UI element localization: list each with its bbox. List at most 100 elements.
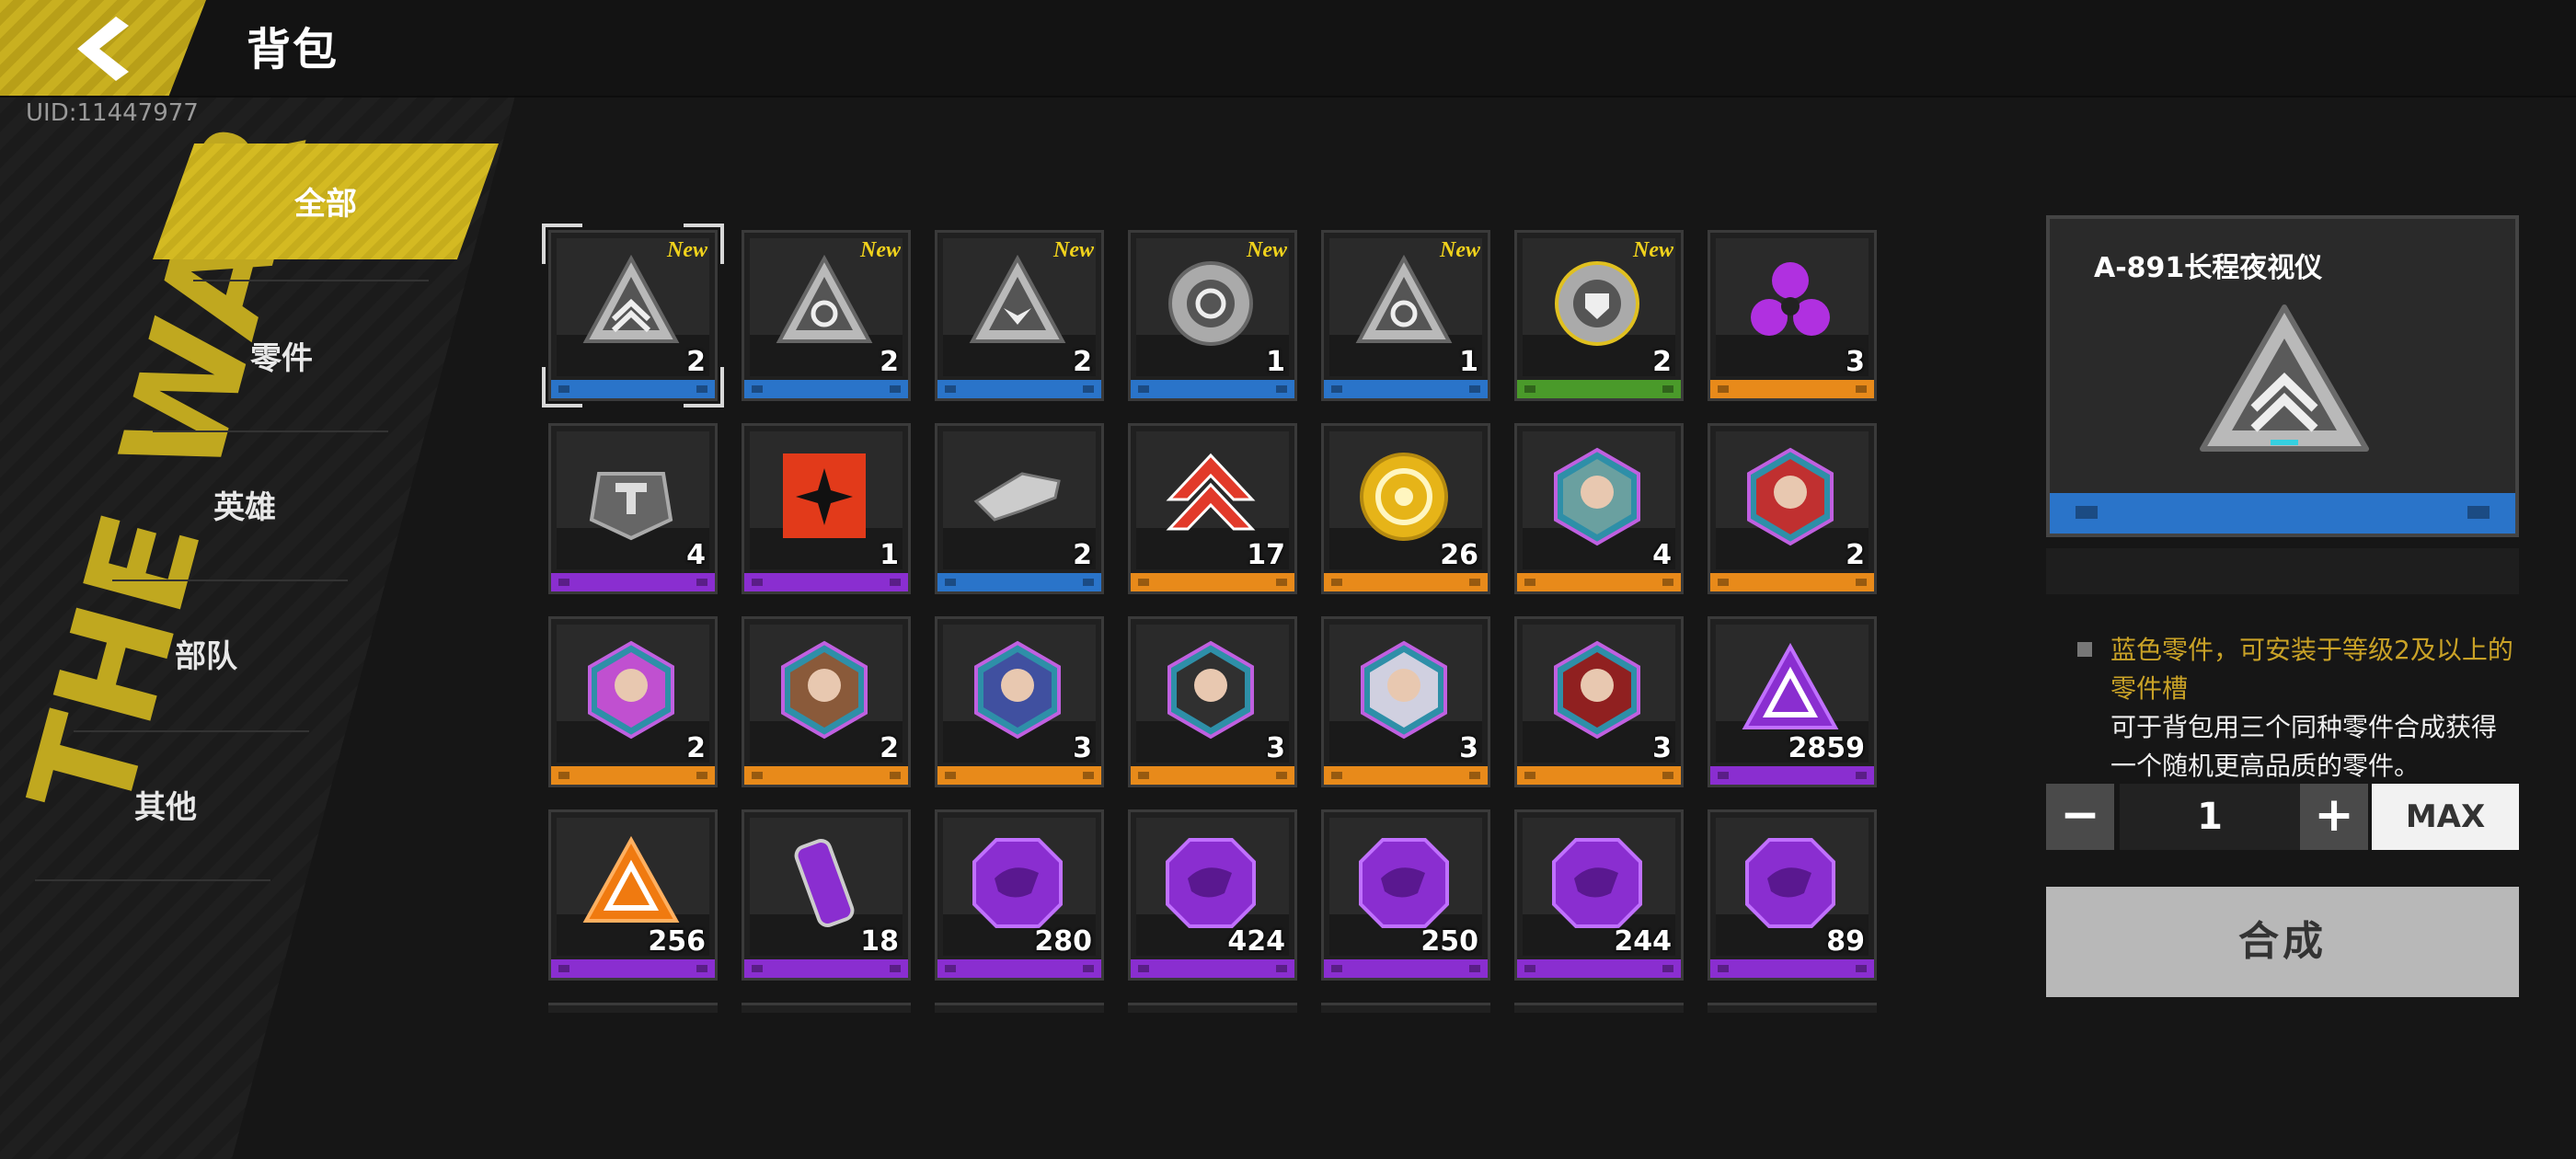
rarity-bar-purple	[1710, 766, 1874, 785]
item-count: 3	[1459, 732, 1478, 764]
inventory-slot-hero-token-8[interactable]: 3	[1514, 616, 1684, 787]
inventory-slot-partial[interactable]	[1321, 1003, 1490, 1013]
inventory-slot-hero-token-3[interactable]: 2	[548, 616, 718, 787]
bullet-icon	[2077, 642, 2092, 657]
inventory-slot-part-round-cycle[interactable]: 1 New	[1128, 230, 1297, 401]
inventory-slot-purple-badge-4[interactable]: 244	[1514, 809, 1684, 981]
divider	[35, 879, 270, 881]
item-count: 1	[880, 539, 899, 571]
inventory-slot-gold-coin[interactable]: 26	[1321, 423, 1490, 594]
hero-hex-darkred-icon	[1554, 640, 1640, 740]
tab-all[interactable]: 全部	[153, 143, 499, 259]
hero-hex-black-icon	[1167, 640, 1254, 740]
round-cycle-icon	[1168, 261, 1253, 346]
orange-triangle-icon	[582, 835, 680, 923]
inventory-slot-red-banner[interactable]: 1	[742, 423, 911, 594]
inventory-slot-hero-token-1[interactable]: 4	[1514, 423, 1684, 594]
inventory-slot-part-triangle-gear[interactable]: 2 New	[742, 230, 911, 401]
rarity-bar-orange	[1710, 573, 1874, 591]
purple-octagon-icon	[1745, 838, 1835, 928]
inventory-slot-part-round-shield[interactable]: 2 New	[1514, 230, 1684, 401]
purple-octagon-icon	[1552, 838, 1642, 928]
item-count: 3	[1266, 732, 1285, 764]
inventory-slot-purple-canister[interactable]: 18	[742, 809, 911, 981]
rarity-bar-orange	[1517, 573, 1681, 591]
selection-corner	[542, 224, 582, 264]
inventory-slot-purple-badge-3[interactable]: 250	[1321, 809, 1490, 981]
item-detail-panel: A-891长程夜视仪	[2046, 215, 2519, 537]
inventory-slot-partial[interactable]	[1128, 1003, 1297, 1013]
inventory-slot-partial[interactable]	[742, 1003, 911, 1013]
inventory-slot-hero-token-2[interactable]: 2	[1708, 423, 1877, 594]
inventory-slot-purple-emblem[interactable]: 3	[1708, 230, 1877, 401]
rarity-bar-purple	[551, 573, 715, 591]
item-count: 2	[1846, 539, 1865, 571]
decrease-button[interactable]: −	[2046, 784, 2114, 850]
inventory-slot-purple-badge-5[interactable]: 89	[1708, 809, 1877, 981]
inventory-slot-part-triangle-cycle[interactable]: 1 New	[1321, 230, 1490, 401]
inventory-slot-part-triangle-chevron[interactable]: 2 New	[542, 224, 724, 407]
inventory-slot-hero-token-7[interactable]: 3	[1321, 616, 1490, 787]
item-count: 2	[1073, 539, 1092, 571]
selection-corner	[684, 367, 724, 407]
inventory-slot-rank-up-arrows[interactable]: 17	[1128, 423, 1297, 594]
red-banner-icon	[783, 453, 866, 538]
selection-corner	[684, 224, 724, 264]
page-title: 背包	[247, 24, 339, 75]
rarity-bar-blue	[937, 380, 1101, 398]
rarity-bar-orange	[551, 766, 715, 785]
back-arrow-icon	[77, 17, 129, 81]
inventory-slot-orange-triangle[interactable]: 256	[548, 809, 718, 981]
inventory-slot-purple-triangle[interactable]: 2859	[1708, 616, 1877, 787]
item-count: 4	[686, 539, 706, 571]
inventory-slot-partial[interactable]	[548, 1003, 718, 1013]
inventory-slot-weapon-part[interactable]: 2	[935, 423, 1104, 594]
item-count: 280	[1034, 925, 1092, 958]
red-chevrons-icon	[1166, 453, 1256, 531]
rarity-bar-purple	[1131, 959, 1294, 978]
item-count: 2	[880, 346, 899, 378]
inventory-slot-purple-badge-1[interactable]: 280	[935, 809, 1104, 981]
hero-hex-white-icon	[1361, 640, 1447, 740]
hero-hex-red-icon	[1747, 447, 1834, 546]
rarity-bar-purple	[551, 959, 715, 978]
tab-troops[interactable]: 部队	[142, 631, 270, 676]
inventory-slot-hero-token-6[interactable]: 3	[1128, 616, 1297, 787]
tab-other[interactable]: 其他	[101, 782, 230, 827]
rarity-bar-orange	[1131, 573, 1294, 591]
uid-label: UID:11447977	[26, 99, 199, 127]
item-count: 424	[1227, 925, 1285, 958]
inventory-slot-purple-badge-2[interactable]: 424	[1128, 809, 1297, 981]
tab-parts[interactable]: 零件	[217, 333, 346, 378]
item-usage-description: 可于背包用三个同种零件合成获得一个随机更高品质的零件。	[2110, 712, 2498, 781]
inventory-slot-part-triangle-wing[interactable]: 2 New	[935, 230, 1104, 401]
inventory-slot-hero-token-4[interactable]: 2	[742, 616, 911, 787]
detail-separator	[2046, 548, 2519, 594]
item-rarity-description: 蓝色零件，可安装于等级2及以上的零件槽	[2110, 635, 2513, 704]
rarity-bar-orange	[1710, 380, 1874, 398]
inventory-slot-partial[interactable]	[935, 1003, 1104, 1013]
inventory-slot-hero-token-5[interactable]: 3	[935, 616, 1104, 787]
craft-button[interactable]: 合成	[2046, 887, 2519, 997]
item-count: 256	[648, 925, 706, 958]
rarity-bar-blue	[1131, 380, 1294, 398]
rarity-bar-purple	[937, 959, 1101, 978]
rarity-bar-blue	[937, 573, 1101, 591]
rarity-bar-blue	[744, 380, 908, 398]
inventory-slot-partial[interactable]	[1514, 1003, 1684, 1013]
increase-button[interactable]: +	[2300, 784, 2368, 850]
tab-heroes[interactable]: 英雄	[180, 482, 309, 527]
selection-corner	[542, 367, 582, 407]
tri-cycle-icon	[1355, 254, 1453, 343]
rarity-bar-green	[1517, 380, 1681, 398]
max-button[interactable]: MAX	[2372, 784, 2519, 850]
rarity-bar-orange	[1517, 766, 1681, 785]
round-shield-icon	[1555, 261, 1639, 346]
quantity-value[interactable]: 1	[2120, 784, 2300, 850]
inventory-slot-partial[interactable]	[1708, 1003, 1877, 1013]
item-count: 2	[880, 732, 899, 764]
item-count: 3	[1652, 732, 1672, 764]
inventory-slot-parts-box[interactable]: 4	[548, 423, 718, 594]
new-badge: New	[1633, 238, 1673, 262]
item-count: 250	[1420, 925, 1478, 958]
